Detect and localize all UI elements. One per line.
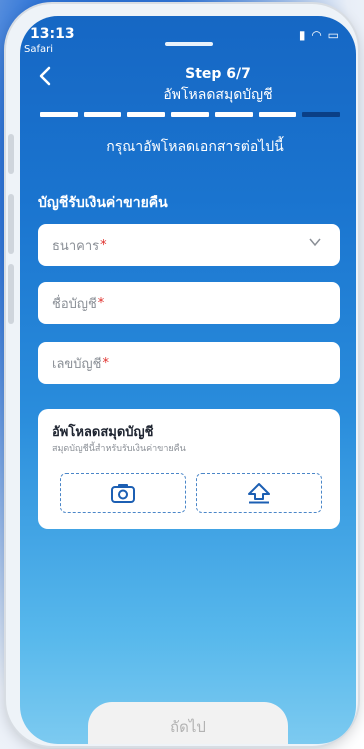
file-upload-button[interactable] (196, 473, 322, 513)
phone-side-button (8, 194, 14, 254)
status-icons: ▮ ◠ ▭ (299, 28, 340, 42)
upload-description: สมุดบัญชีนี้สำหรับรับเงินค่าขายคืน (52, 444, 186, 454)
bank-select[interactable]: ธนาคาร * (38, 224, 340, 266)
account-number-field[interactable]: เลขบัญชี * (38, 342, 340, 384)
signal-icon: ▮ (298, 28, 307, 42)
wifi-icon: ◠ (311, 28, 323, 42)
required-mark: * (97, 295, 105, 311)
progress-segment (127, 112, 166, 117)
phone-frame: 13:13 Safari ▮ ◠ ▭ Step 6/7 อัพโหลดสมุดบ… (6, 4, 358, 746)
section-title: บัญชีรับเงินค่าขายคืน (38, 195, 168, 211)
account-name-field[interactable]: ชื่อบัญชี * (38, 282, 340, 324)
progress-segment (40, 112, 78, 117)
phone-side-button (8, 134, 14, 174)
page-header: Step 6/7 อัพโหลดสมุดบัญชี (20, 66, 356, 106)
progress-segment-current (302, 112, 341, 117)
step-label: Step 6/7 (185, 66, 251, 82)
phone-side-button (8, 264, 14, 324)
step-progress (40, 112, 341, 117)
bank-placeholder: ธนาคาร (52, 238, 100, 254)
progress-segment (171, 112, 209, 117)
progress-segment (83, 112, 122, 117)
chevron-down-icon (309, 238, 321, 247)
required-mark: * (102, 355, 109, 371)
battery-icon: ▭ (327, 28, 340, 42)
camera-icon (111, 484, 135, 503)
account-number-placeholder: เลขบัญชี (52, 356, 102, 372)
required-mark: * (100, 237, 107, 253)
next-button[interactable]: ถัดไป (88, 702, 288, 744)
status-bar: 13:13 Safari ▮ ◠ ▭ (20, 22, 356, 58)
camera-upload-button[interactable] (60, 473, 186, 513)
back-to-safari[interactable]: Safari (24, 44, 53, 55)
upload-card: อัพโหลดสมุดบัญชี สมุดบัญชีนี้สำหรับรับเง… (38, 409, 340, 529)
app-screen: 13:13 Safari ▮ ◠ ▭ Step 6/7 อัพโหลดสมุดบ… (20, 16, 356, 744)
progress-segment (258, 112, 297, 117)
page-title: อัพโหลดสมุดบัญชี (163, 87, 273, 103)
instruction-text: กรุณาอัพโหลดเอกสารต่อไปนี้ (106, 139, 284, 155)
status-time: 13:13 (30, 26, 75, 42)
upload-icon (248, 483, 270, 504)
upload-title: อัพโหลดสมุดบัญชี (52, 425, 154, 440)
account-name-placeholder: ชื่อบัญชี (52, 296, 97, 312)
notch-indicator (165, 42, 213, 46)
progress-segment (214, 112, 253, 117)
